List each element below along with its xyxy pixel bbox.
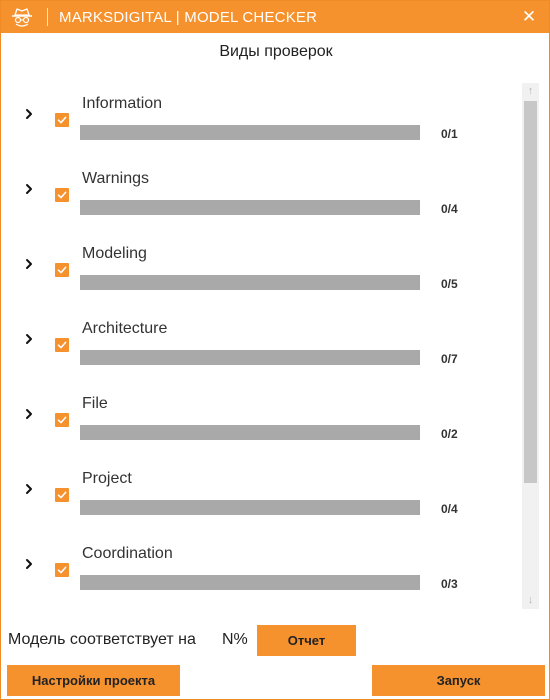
category-checkbox[interactable]	[55, 488, 69, 502]
check-category-list: Information 0/1 Warnings 0/4 Modeling 0/5 Arch…	[1, 81, 521, 611]
category-progress-bar	[80, 125, 420, 140]
checks-heading: Виды проверок	[219, 43, 333, 60]
spy-hat-icon	[10, 6, 34, 28]
category-checkbox[interactable]	[55, 338, 69, 352]
category-label: Architecture	[82, 320, 168, 337]
category-label: Project	[82, 470, 132, 487]
chevron-right-icon[interactable]	[22, 182, 36, 196]
category-checkbox[interactable]	[55, 413, 69, 427]
category-row: File 0/2	[1, 381, 521, 456]
category-label: Information	[82, 95, 163, 112]
category-count: 0/7	[441, 352, 458, 366]
category-label: File	[82, 395, 108, 412]
chevron-right-icon[interactable]	[22, 557, 36, 571]
main-window: MARKSDIGITAL | MODEL CHECKER ✕ Виды пров…	[0, 0, 550, 700]
compliance-label: Модель соответствует на	[8, 631, 196, 648]
category-row: Information 0/1	[1, 81, 521, 156]
chevron-right-icon[interactable]	[22, 257, 36, 271]
scroll-up-icon[interactable]: ↑	[522, 83, 539, 100]
list-scrollbar[interactable]: ↑ ↓	[522, 83, 539, 609]
scroll-down-icon[interactable]: ↓	[522, 592, 539, 609]
category-count: 0/4	[441, 202, 458, 216]
title-separator	[47, 8, 48, 26]
category-count: 0/3	[441, 577, 458, 591]
category-checkbox[interactable]	[55, 113, 69, 127]
close-icon[interactable]: ✕	[519, 7, 539, 27]
category-label: Warnings	[82, 170, 149, 187]
project-settings-button[interactable]: Настройки проекта	[7, 665, 180, 696]
category-count: 0/1	[441, 127, 458, 141]
category-checkbox[interactable]	[55, 563, 69, 577]
category-progress-bar	[80, 425, 420, 440]
category-label: Modeling	[82, 245, 147, 262]
chevron-right-icon[interactable]	[22, 482, 36, 496]
scroll-thumb[interactable]	[524, 101, 537, 483]
chevron-right-icon[interactable]	[22, 407, 36, 421]
category-row: Warnings 0/4	[1, 156, 521, 231]
category-progress-bar	[80, 575, 420, 590]
category-row: Modeling 0/5	[1, 231, 521, 306]
run-button[interactable]: Запуск	[372, 665, 545, 696]
category-row: Project 0/4	[1, 456, 521, 531]
category-progress-bar	[80, 500, 420, 515]
category-checkbox[interactable]	[55, 188, 69, 202]
window-title: MARKSDIGITAL | MODEL CHECKER	[59, 9, 318, 26]
compliance-value: N%	[222, 631, 248, 648]
category-label: Coordination	[82, 545, 173, 562]
category-checkbox[interactable]	[55, 263, 69, 277]
category-progress-bar	[80, 350, 420, 365]
category-count: 0/4	[441, 502, 458, 516]
category-progress-bar	[80, 275, 420, 290]
report-button[interactable]: Отчет	[257, 625, 356, 656]
chevron-right-icon[interactable]	[22, 332, 36, 346]
category-count: 0/2	[441, 427, 458, 441]
category-progress-bar	[80, 200, 420, 215]
category-row: Coordination 0/3	[1, 531, 521, 606]
chevron-right-icon[interactable]	[22, 107, 36, 121]
title-bar[interactable]: MARKSDIGITAL | MODEL CHECKER ✕	[1, 1, 549, 33]
category-row: Architecture 0/7	[1, 306, 521, 381]
category-count: 0/5	[441, 277, 458, 291]
